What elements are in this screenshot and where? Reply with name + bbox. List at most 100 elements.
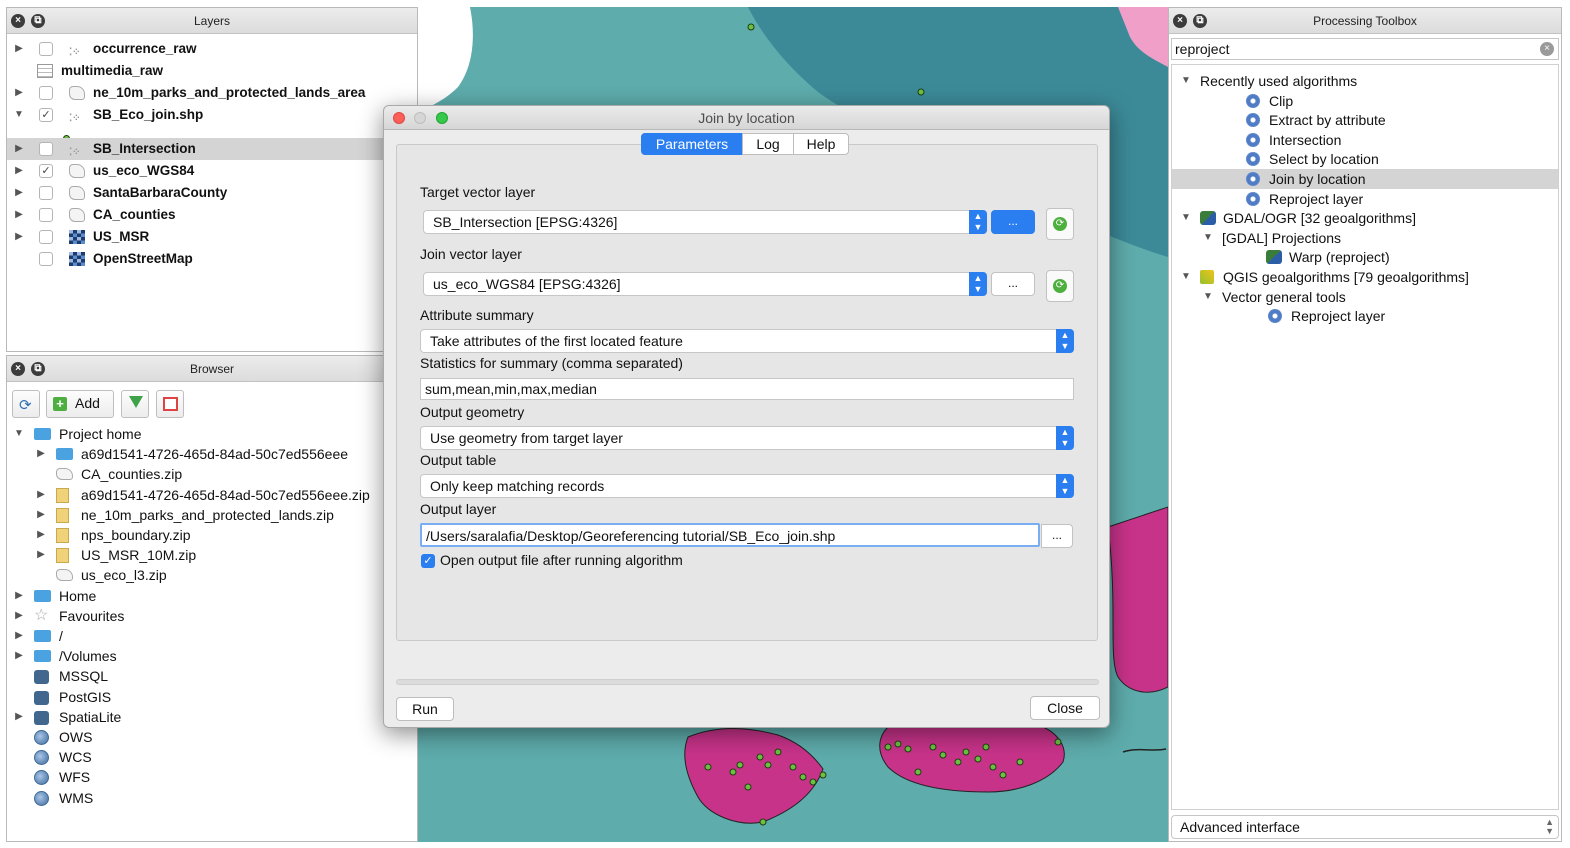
expand-arrow-icon[interactable]: ▼ — [1202, 287, 1214, 307]
toolbox-close-icon[interactable]: × — [1173, 14, 1187, 28]
layer-item[interactable]: ▼ ✓ ⁚⁘ SB_Eco_join.shp — [7, 104, 417, 126]
expand-arrow-icon[interactable]: ▼ — [13, 104, 25, 126]
tab-parameters[interactable]: Parameters — [641, 133, 743, 155]
layer-item[interactable]: ▶ ne_10m_parks_and_protected_lands_area — [7, 82, 417, 104]
toolbox-item[interactable]: ▼ QGIS geoalgorithms [79 geoalgorithms] — [1172, 267, 1558, 287]
collapse-all-button[interactable] — [156, 390, 184, 418]
expand-arrow-icon[interactable]: ▶ — [13, 138, 25, 160]
toolbox-float-icon[interactable]: ⧉ — [1193, 14, 1207, 28]
output-layer-input[interactable]: /Users/saralafia/Desktop/Georeferencing … — [420, 523, 1040, 547]
expand-arrow-icon[interactable]: ▶ — [13, 226, 25, 248]
expand-arrow-icon[interactable]: ▶ — [35, 505, 47, 525]
browser-close-icon[interactable]: × — [11, 362, 25, 376]
statistics-input[interactable]: sum,mean,min,max,median — [420, 378, 1074, 400]
expand-arrow-icon[interactable]: ▶ — [13, 707, 25, 727]
layer-item[interactable]: ▶ CA_counties — [7, 204, 417, 226]
layer-visibility-checkbox[interactable] — [39, 252, 53, 266]
toolbox-item[interactable]: Intersection — [1172, 130, 1558, 150]
close-button[interactable]: Close — [1030, 696, 1100, 720]
toolbox-item[interactable]: Join by location — [1172, 169, 1558, 189]
dialog-minimize-icon[interactable] — [414, 112, 426, 124]
expand-arrow-icon[interactable]: ▼ — [1180, 71, 1192, 91]
browser-item[interactable]: ▶ Home — [6, 586, 416, 606]
browser-item[interactable]: WFS — [6, 767, 416, 787]
clear-search-icon[interactable]: × — [1540, 42, 1554, 56]
run-button[interactable]: Run — [396, 697, 454, 721]
browser-item[interactable]: WCS — [6, 747, 416, 767]
expand-arrow-icon[interactable]: ▼ — [13, 424, 25, 444]
output-layer-browse-button[interactable]: ... — [1041, 524, 1073, 548]
layer-item[interactable]: ▶ ⁚⁘ occurrence_raw — [7, 38, 417, 60]
join-iterate-button[interactable]: ⟳ — [1046, 270, 1074, 302]
join-layer-browse-button[interactable]: ... — [991, 272, 1035, 296]
layers-float-icon[interactable]: ⧉ — [31, 14, 45, 28]
layer-visibility-checkbox[interactable]: ✓ — [39, 164, 53, 178]
expand-arrow-icon[interactable]: ▶ — [13, 606, 25, 626]
expand-arrow-icon[interactable]: ▶ — [13, 586, 25, 606]
expand-arrow-icon[interactable]: ▼ — [1180, 267, 1192, 287]
layer-visibility-checkbox[interactable]: ✓ — [39, 108, 53, 122]
toolbox-item[interactable]: ▼ [GDAL] Projections — [1172, 228, 1558, 248]
browser-item[interactable]: CA_counties.zip — [6, 464, 416, 484]
browser-item[interactable]: ▶ / — [6, 626, 416, 646]
browser-item[interactable]: ▼ Project home — [6, 424, 416, 444]
refresh-button[interactable]: ⟳ — [12, 390, 40, 418]
browser-item[interactable]: WMS — [6, 788, 416, 808]
toolbox-item[interactable]: Extract by attribute — [1172, 110, 1558, 130]
layer-visibility-checkbox[interactable] — [39, 230, 53, 244]
layer-visibility-checkbox[interactable] — [39, 186, 53, 200]
expand-arrow-icon[interactable]: ▶ — [13, 626, 25, 646]
layers-close-icon[interactable]: × — [11, 14, 25, 28]
dialog-close-icon[interactable] — [393, 112, 405, 124]
browser-item[interactable]: ▶ SpatiaLite — [6, 707, 416, 727]
tab-help[interactable]: Help — [793, 133, 849, 155]
expand-arrow-icon[interactable]: ▶ — [35, 525, 47, 545]
layer-item[interactable]: multimedia_raw — [7, 60, 417, 82]
layer-visibility-checkbox[interactable] — [39, 42, 53, 56]
expand-arrow-icon[interactable]: ▶ — [35, 485, 47, 505]
toolbox-item[interactable]: ▼ GDAL/OGR [32 geoalgorithms] — [1172, 208, 1558, 228]
browser-item[interactable]: MSSQL — [6, 666, 416, 686]
browser-item[interactable]: us_eco_l3.zip — [6, 565, 416, 585]
toolbox-search-input[interactable]: reproject × — [1171, 38, 1559, 60]
attribute-summary-select[interactable]: Take attributes of the first located fea… — [420, 329, 1074, 353]
target-iterate-button[interactable]: ⟳ — [1046, 208, 1074, 240]
toolbox-item[interactable]: ▼ Recently used algorithms — [1172, 71, 1558, 91]
open-output-checkbox[interactable]: ✓ — [421, 554, 435, 568]
browser-item[interactable]: PostGIS — [6, 687, 416, 707]
expand-arrow-icon[interactable]: ▶ — [13, 38, 25, 60]
toolbox-item[interactable]: Reproject layer — [1172, 306, 1558, 326]
tab-log[interactable]: Log — [742, 133, 794, 155]
layer-item[interactable]: ▶ ✓ us_eco_WGS84 — [7, 160, 417, 182]
target-layer-select[interactable]: SB_Intersection [EPSG:4326] ▲ ▼ — [423, 210, 987, 234]
expand-arrow-icon[interactable]: ▶ — [13, 182, 25, 204]
toolbox-item[interactable]: ▼ Vector general tools — [1172, 287, 1558, 307]
expand-arrow-icon[interactable]: ▶ — [13, 204, 25, 226]
layer-item[interactable]: ▶ ⁚⁘ SB_Intersection — [7, 138, 417, 160]
browser-item[interactable]: ▶ a69d1541-4726-465d-84ad-50c7ed556eee.zi… — [6, 485, 416, 505]
expand-arrow-icon[interactable]: ▼ — [1202, 228, 1214, 248]
target-layer-browse-button[interactable]: ... — [991, 210, 1035, 234]
filter-button[interactable] — [121, 390, 149, 418]
layer-visibility-checkbox[interactable] — [39, 208, 53, 222]
layer-visibility-checkbox[interactable] — [39, 142, 53, 156]
browser-item[interactable]: ▶ ☆ Favourites — [6, 606, 416, 626]
expand-arrow-icon[interactable]: ▶ — [13, 82, 25, 104]
toolbox-item[interactable]: Select by location — [1172, 149, 1558, 169]
expand-arrow-icon[interactable]: ▶ — [13, 160, 25, 182]
toolbox-item[interactable]: Reproject layer — [1172, 189, 1558, 209]
dialog-zoom-icon[interactable] — [436, 112, 448, 124]
browser-item[interactable]: ▶ /Volumes — [6, 646, 416, 666]
expand-arrow-icon[interactable]: ▶ — [13, 646, 25, 666]
layer-item[interactable]: OpenStreetMap — [7, 248, 417, 270]
layer-visibility-checkbox[interactable] — [39, 86, 53, 100]
expand-arrow-icon[interactable]: ▼ — [1180, 208, 1192, 228]
layer-item[interactable]: ▶ SantaBarbaraCounty — [7, 182, 417, 204]
browser-float-icon[interactable]: ⧉ — [31, 362, 45, 376]
browser-item[interactable]: OWS — [6, 727, 416, 747]
toolbox-item[interactable]: Warp (reproject) — [1172, 247, 1558, 267]
layer-item[interactable]: ▶ US_MSR — [7, 226, 417, 248]
browser-item[interactable]: ▶ ne_10m_parks_and_protected_lands.zip — [6, 505, 416, 525]
output-geometry-select[interactable]: Use geometry from target layer ▲ ▼ — [420, 426, 1074, 450]
toolbox-item[interactable]: Clip — [1172, 91, 1558, 111]
